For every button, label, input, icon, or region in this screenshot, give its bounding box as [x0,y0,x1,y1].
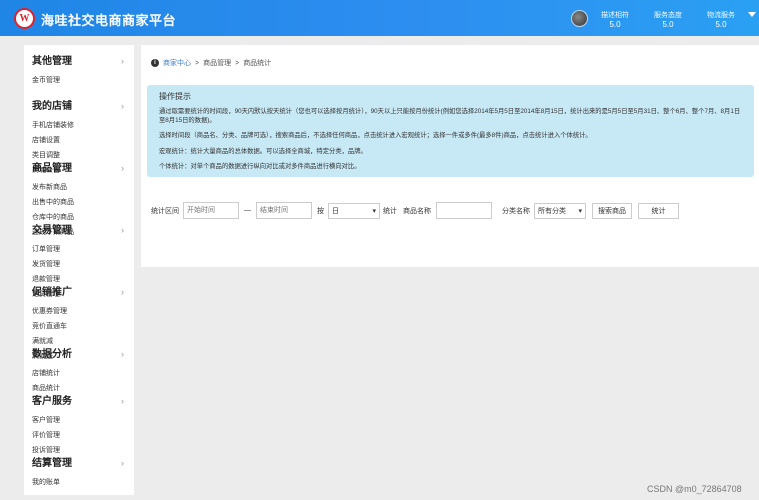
category-label: 分类名称 [502,207,530,215]
sidebar-section-title[interactable]: 交易管理 [32,224,130,238]
sidebar-link-shipping[interactable]: 发货管理 [32,257,82,272]
sidebar-section-title[interactable]: 我的店铺 [32,100,130,114]
category-value: 所有分类 [538,207,566,215]
sidebar-section-settlement: 结算管理 › 我的账单 [32,457,130,490]
chevron-right-icon[interactable]: › [121,287,124,297]
brand-logo[interactable]: W [14,8,35,29]
time-unit-value: 日 [332,207,339,215]
sidebar-link-coins[interactable]: 金币管理 [32,73,82,88]
sidebar-link-category-adjust[interactable]: 类目调整 [32,148,82,163]
sidebar-link-refunds[interactable]: 退款管理 [32,272,82,287]
sidebar-link-customer-mgmt[interactable]: 客户管理 [32,413,82,428]
score-label: 物流服务 [707,12,735,19]
sidebar-link-on-sale[interactable]: 出售中的商品 [32,195,82,210]
sidebar-section-title[interactable]: 商品管理 [32,162,130,176]
product-name-input[interactable] [436,202,492,219]
store-avatar[interactable] [571,10,588,27]
breadcrumb-separator: > [195,59,200,67]
sidebar: 其他管理 › 金币管理 我的店铺 › 手机店铺装修 店铺设置 类目调整 商城公告… [24,45,134,495]
stat-button[interactable]: 统计 [638,202,679,219]
sidebar-link-store-settings[interactable]: 店铺设置 [32,133,82,148]
category-select[interactable]: 所有分类 ▾ [534,202,586,219]
score-logistics: 物流服务 5.0 [701,11,741,29]
search-products-button[interactable]: 搜索商品 [592,202,632,219]
end-date-input[interactable] [256,202,312,219]
chevron-right-icon[interactable]: › [121,396,124,406]
sidebar-section-analytics: 数据分析 › 店铺统计 商品统计 [32,348,130,396]
product-name-label: 商品名称 [403,207,431,215]
operation-tips-box: 操作提示 通过取需要统计的时间段，90天内默认按天统计（您也可以选择按月统计），… [147,85,754,177]
breadcrumb: i 商家中心 > 商品管理 > 商品统计 [151,58,271,68]
sidebar-link-bills[interactable]: 我的账单 [32,475,82,490]
breadcrumb-current: 商品统计 [243,60,272,67]
breadcrumb-level2[interactable]: 商品管理 [203,58,231,68]
watermark-text: CSDN @m0_72864708 [647,484,742,494]
dropdown-caret-icon[interactable] [748,12,756,17]
sidebar-link-bidding[interactable]: 竞价直通车 [32,319,82,334]
sidebar-section-title[interactable]: 促销推广 [32,286,130,300]
stats-filter-bar: 统计区间 — 按 日 ▾ 统计 商品名称 分类名称 所有分类 ▾ 搜索商品 统计 [151,202,679,219]
sidebar-section-other: 其他管理 › 金币管理 [32,55,130,88]
sidebar-link-store-stats[interactable]: 店铺统计 [32,366,82,381]
score-label: 服务态度 [654,12,682,19]
tips-line: 选择时间段（商品名、分类、品牌可选），搜索商品后，不选择任何商品，点击统计进入宏… [159,132,592,139]
platform-title: 海哇社交电商商家平台 [41,13,177,28]
sidebar-link-new-product[interactable]: 发布新商品 [32,180,82,195]
logo-letter: W [19,13,30,24]
by-label: 按 [317,207,324,215]
sidebar-link-complaints[interactable]: 投诉管理 [32,443,82,458]
sidebar-section-customers: 客户服务 › 客户管理 评价管理 投诉管理 [32,395,130,458]
chevron-right-icon[interactable]: › [121,225,124,235]
tips-line: 宏观统计：统计大量商品的总体数据。可以选择全商城，特定分类，品牌。 [159,147,367,155]
sidebar-section-title[interactable]: 客户服务 [32,395,130,409]
score-description: 描述相符 5.0 [595,11,635,29]
chevron-right-icon[interactable]: › [121,163,124,173]
score-value: 5.0 [662,20,674,29]
chevron-down-icon: ▾ [578,207,582,215]
top-bar: W 海哇社交电商商家平台 描述相符 5.0 服务态度 5.0 物流服务 5.0 [0,0,759,36]
chevron-right-icon[interactable]: › [121,349,124,359]
breadcrumb-separator: > [235,59,240,67]
stat-label: 统计 [383,207,397,215]
chevron-right-icon[interactable]: › [121,458,124,468]
sidebar-link-coupons[interactable]: 优惠券管理 [32,304,82,319]
sidebar-link-orders[interactable]: 订单管理 [32,242,82,257]
breadcrumb-home-link[interactable]: 商家中心 [163,58,191,68]
time-unit-select[interactable]: 日 ▾ [328,202,380,219]
tips-title: 操作提示 [159,92,191,101]
sidebar-section-title[interactable]: 其他管理 [32,55,130,69]
chevron-right-icon[interactable]: › [121,101,124,111]
range-label: 统计区间 [151,207,179,215]
tips-line: 个体统计：对单个商品的数据进行纵向对比或对多件商品进行横向对比。 [159,163,361,170]
score-service: 服务态度 5.0 [648,11,688,29]
main-panel: i 商家中心 > 商品管理 > 商品统计 操作提示 通过取需要统计的时间段，90… [141,45,759,267]
sidebar-link-mobile-decor[interactable]: 手机店铺装修 [32,118,82,133]
score-value: 5.0 [715,20,727,29]
score-value: 5.0 [609,20,621,29]
info-icon: i [151,59,159,67]
sidebar-link-discount[interactable]: 满就减 [32,334,82,349]
range-dash: — [244,207,251,214]
start-date-input[interactable] [183,202,239,219]
score-label: 描述相符 [601,12,629,19]
chevron-right-icon[interactable]: › [121,56,124,66]
sidebar-link-warehouse[interactable]: 仓库中的商品 [32,210,82,225]
tips-line: 通过取需要统计的时间段，90天内默认按天统计（您也可以选择按月统计），90天以上… [159,108,741,124]
sidebar-link-reviews[interactable]: 评价管理 [32,428,82,443]
chevron-down-icon: ▾ [372,207,376,215]
sidebar-link-product-stats[interactable]: 商品统计 [32,381,82,396]
sidebar-section-title[interactable]: 数据分析 [32,348,130,362]
sidebar-section-title[interactable]: 结算管理 [32,457,130,471]
